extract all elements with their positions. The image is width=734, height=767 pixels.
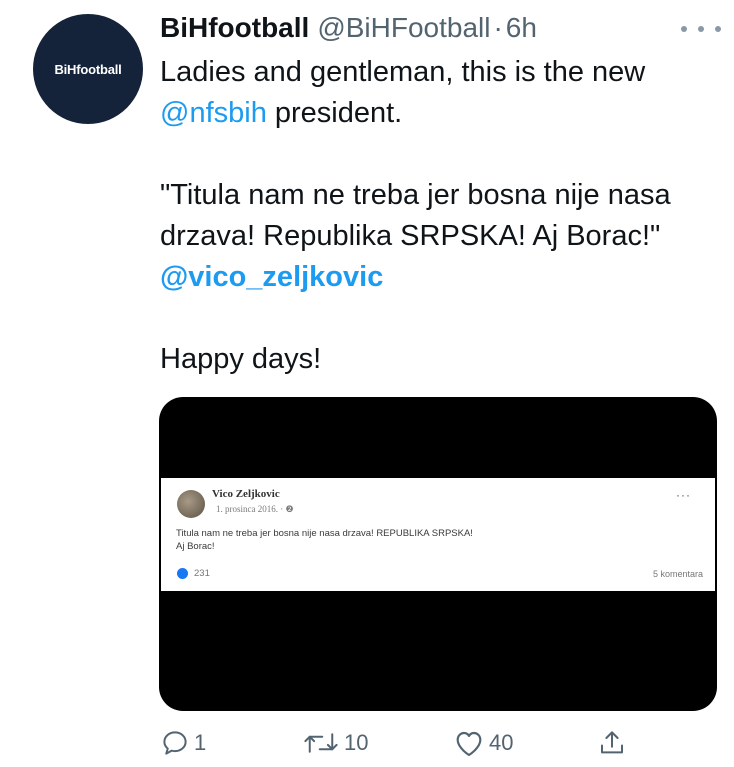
tweet-paragraph-1: Ladies and gentleman, this is the new @n… bbox=[160, 52, 720, 134]
tweet[interactable]: BiHfootball BiHfootball @BiHFootball · 6… bbox=[0, 0, 734, 767]
embedded-post-text-line: Aj Borac! bbox=[176, 541, 215, 552]
embedded-post-likes: 231 bbox=[177, 568, 210, 579]
mention-link-nfsbih[interactable]: @nfsbih bbox=[160, 97, 267, 129]
like-icon bbox=[456, 731, 482, 757]
reply-button[interactable]: 1 bbox=[160, 728, 206, 758]
retweet-count: 10 bbox=[344, 730, 369, 755]
embedded-post-screenshot: Vico Zeljkovic 1. prosinca 2016. · ❷ ···… bbox=[161, 478, 715, 591]
avatar-logo-text: BiHfootball bbox=[54, 61, 122, 77]
display-name[interactable]: BiHfootball bbox=[160, 12, 309, 44]
embedded-post-more-icon: ··· bbox=[676, 488, 691, 502]
retweet-button[interactable]: 10 bbox=[302, 728, 368, 758]
embedded-like-icon bbox=[177, 568, 188, 579]
embedded-post-text: Titula nam ne treba jer bosna nije nasa … bbox=[176, 527, 596, 553]
tweet-quote-text: "Titula nam ne treba jer bosna nije nasa… bbox=[160, 179, 671, 252]
share-button[interactable] bbox=[597, 728, 627, 758]
embedded-post-avatar bbox=[177, 490, 205, 518]
separator-dot: · bbox=[493, 12, 503, 43]
more-icon[interactable] bbox=[681, 22, 721, 36]
tweet-text-segment: Ladies and gentleman, this is the new bbox=[160, 56, 646, 88]
avatar-logo: BiHfootball bbox=[54, 62, 121, 77]
embedded-post-text-line: Titula nam ne treba jer bosna nije nasa … bbox=[176, 528, 473, 539]
timestamp[interactable]: 6h bbox=[506, 12, 537, 44]
media-image[interactable]: Vico Zeljkovic 1. prosinca 2016. · ❷ ···… bbox=[159, 397, 717, 711]
tweet-paragraph-3: Happy days! bbox=[160, 343, 322, 375]
tweet-text: Ladies and gentleman, this is the new @n… bbox=[160, 52, 720, 380]
embedded-post-date: 1. prosinca 2016. · ❷ bbox=[216, 504, 294, 514]
reply-count: 1 bbox=[194, 730, 207, 755]
tweet-paragraph-2: "Titula nam ne treba jer bosna nije nasa… bbox=[160, 175, 720, 298]
like-count: 40 bbox=[489, 730, 514, 755]
tweet-header: BiHfootball @BiHFootball · 6h bbox=[160, 10, 537, 46]
tweet-text-segment: president. bbox=[266, 97, 403, 129]
action-bar: 1 10 40 bbox=[160, 728, 720, 764]
avatar[interactable]: BiHfootball bbox=[33, 14, 143, 124]
retweet-icon bbox=[304, 733, 338, 753]
embedded-post-comments: 5 komentara bbox=[652, 569, 703, 579]
like-button[interactable]: 40 bbox=[453, 728, 513, 758]
reply-icon bbox=[163, 731, 187, 755]
embedded-post-author: Vico Zeljkovic bbox=[212, 488, 280, 500]
mention-link-vico-zeljkovic[interactable]: @vico_zeljkovic bbox=[160, 261, 383, 293]
user-handle[interactable]: @BiHFootball bbox=[317, 12, 490, 44]
share-icon bbox=[601, 731, 623, 754]
embedded-post-like-count: 231 bbox=[194, 568, 210, 579]
